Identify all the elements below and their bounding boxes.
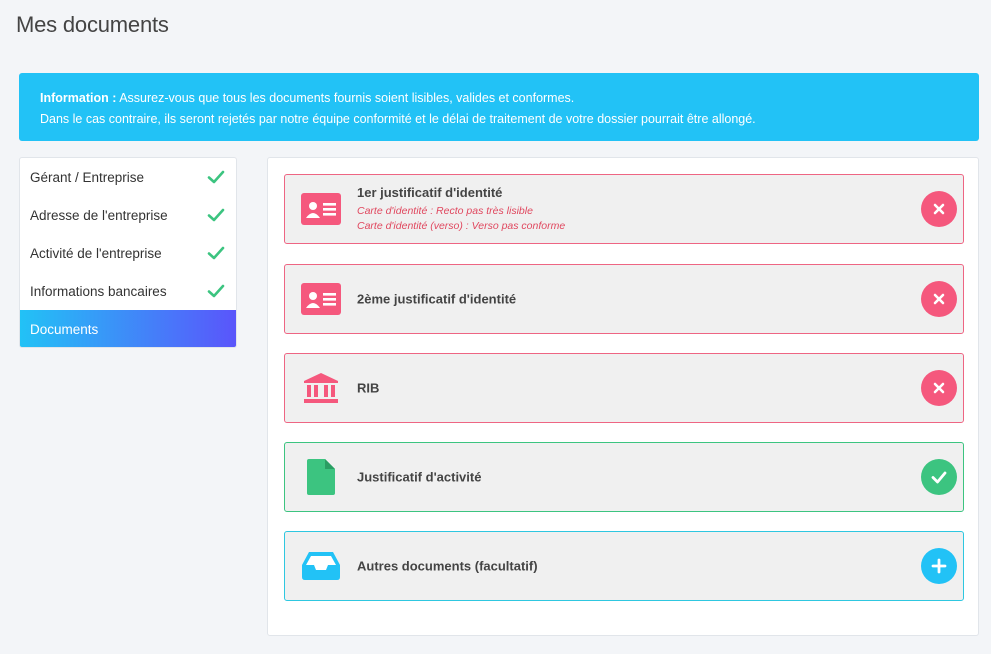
inbox-icon xyxy=(300,545,342,587)
document-text: Autres documents (facultatif) xyxy=(357,559,538,574)
info-banner-line1: Information : Assurez-vous que tous les … xyxy=(40,88,958,109)
document-card-justificatif-activite[interactable]: Justificatif d'activité xyxy=(284,442,964,512)
info-banner-text2: Dans le cas contraire, ils seront rejeté… xyxy=(40,112,756,126)
info-banner-label: Information : xyxy=(40,91,117,105)
document-title: Justificatif d'activité xyxy=(357,469,482,485)
sidebar-item-activite[interactable]: Activité de l'entreprise xyxy=(20,234,236,272)
rejection-note: Carte d'identité (verso) : Verso pas con… xyxy=(357,220,566,232)
rejected-status-button[interactable] xyxy=(921,191,957,227)
document-title: RIB xyxy=(357,380,380,396)
plus-icon xyxy=(931,558,947,574)
check-icon xyxy=(207,170,225,184)
document-card-identity-1[interactable]: 1er justificatif d'identité Carte d'iden… xyxy=(284,174,964,244)
close-icon xyxy=(933,293,945,305)
document-card-identity-2[interactable]: 2ème justificatif d'identité xyxy=(284,264,964,334)
sidebar-item-documents[interactable]: Documents xyxy=(20,310,236,347)
rejected-status-button[interactable] xyxy=(921,370,957,406)
page-title: Mes documents xyxy=(16,12,169,37)
validated-status-button[interactable] xyxy=(921,459,957,495)
check-icon xyxy=(207,284,225,298)
sidebar-item-label: Documents xyxy=(30,321,99,337)
id-card-icon xyxy=(300,188,342,230)
document-card-rib[interactable]: RIB xyxy=(284,353,964,423)
bank-icon xyxy=(300,367,342,409)
sidebar-item-label: Activité de l'entreprise xyxy=(30,245,162,261)
check-icon xyxy=(207,208,225,222)
document-text: 1er justificatif d'identité Carte d'iden… xyxy=(357,185,565,233)
close-icon xyxy=(933,203,945,215)
sidebar-item-adresse[interactable]: Adresse de l'entreprise xyxy=(20,196,236,234)
file-icon xyxy=(300,456,342,498)
document-card-autres-documents[interactable]: Autres documents (facultatif) xyxy=(284,531,964,601)
sidebar-item-label: Adresse de l'entreprise xyxy=(30,207,168,223)
id-card-icon xyxy=(300,278,342,320)
rejection-note: Carte d'identité : Recto pas très lisibl… xyxy=(357,205,533,217)
sidebar-item-label: Informations bancaires xyxy=(30,283,167,299)
check-icon xyxy=(207,246,225,260)
document-text: 2ème justificatif d'identité xyxy=(357,292,516,307)
documents-panel: 1er justificatif d'identité Carte d'iden… xyxy=(267,157,979,636)
sidebar-item-informations-bancaires[interactable]: Informations bancaires xyxy=(20,272,236,310)
rejected-status-button[interactable] xyxy=(921,281,957,317)
add-document-button[interactable] xyxy=(921,548,957,584)
document-text: Justificatif d'activité xyxy=(357,470,481,485)
close-icon xyxy=(933,382,945,394)
sidebar-item-label: Gérant / Entreprise xyxy=(30,169,145,185)
sidebar: Gérant / Entreprise Adresse de l'entrepr… xyxy=(19,157,237,348)
info-banner: Information : Assurez-vous que tous les … xyxy=(19,73,979,141)
document-title: 2ème justificatif d'identité xyxy=(357,291,517,307)
info-banner-text1: Assurez-vous que tous les documents four… xyxy=(119,91,575,105)
document-title: Autres documents (facultatif) xyxy=(357,558,538,574)
sidebar-item-gerant-entreprise[interactable]: Gérant / Entreprise xyxy=(20,158,236,196)
document-title: 1er justificatif d'identité xyxy=(357,185,503,200)
document-text: RIB xyxy=(357,381,379,396)
check-icon xyxy=(931,471,947,484)
